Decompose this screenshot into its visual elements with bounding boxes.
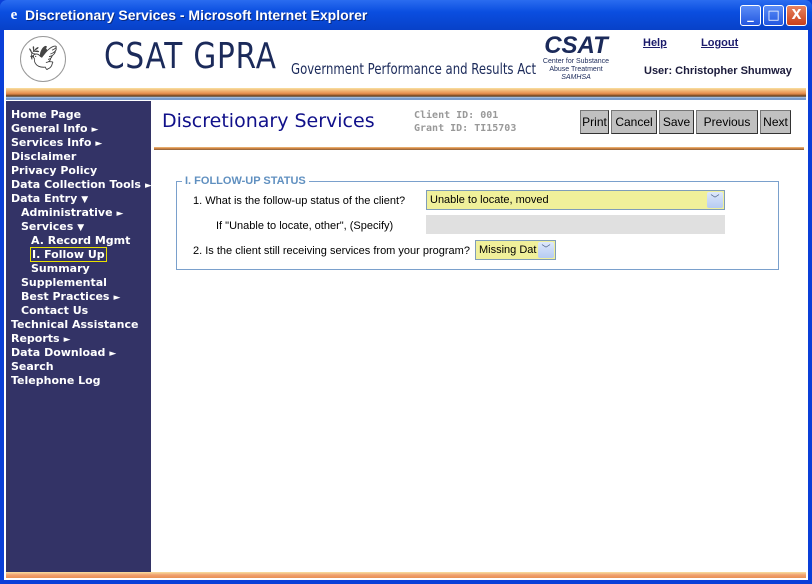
receiving-services-select[interactable]: Missing Dat ﹀: [475, 240, 556, 260]
print-button[interactable]: Print: [580, 110, 609, 134]
browser-content: 🕊 CSAT GPRA Government Performance and R…: [4, 30, 808, 580]
sidebar-item-data-collection-tools[interactable]: Data Collection Tools ►: [6, 178, 152, 192]
submenu-arrow-icon: ►: [63, 335, 71, 345]
sidebar-item-supplemental[interactable]: Supplemental: [6, 276, 151, 290]
user-name: User: Christopher Shumway: [644, 65, 792, 77]
sidebar-item-summary[interactable]: Summary: [6, 262, 151, 276]
sidebar-nav: Home Page General Info ► Services Info ► Disc…: [6, 101, 152, 572]
q2-label: 2. Is the client still receiving service…: [193, 245, 470, 257]
sidebar-item-services[interactable]: Services ▼: [6, 220, 151, 234]
ie-icon: e: [10, 7, 18, 23]
sidebar-item-privacy-policy[interactable]: Privacy Policy: [6, 164, 151, 178]
sidebar-item-services-info[interactable]: Services Info ►: [6, 136, 151, 150]
submenu-arrow-icon: ►: [109, 349, 117, 359]
minimize-button[interactable]: _: [740, 5, 761, 26]
specify-label: If "Unable to locate, other", (Specify): [216, 220, 394, 232]
logo-subtitle: Government Performance and Results Act: [291, 60, 537, 78]
sidebar-item-contact-us[interactable]: Contact Us: [6, 304, 151, 318]
header-divider: [6, 88, 806, 100]
sidebar-item-general-info[interactable]: General Info ►: [6, 122, 151, 136]
chevron-down-icon[interactable]: ﹀: [707, 192, 723, 208]
expanded-arrow-icon: ▼: [81, 195, 89, 205]
help-link[interactable]: Help: [643, 37, 667, 49]
sidebar-item-technical-assistance[interactable]: Technical Assistance: [6, 318, 151, 332]
csat-gpra-logo: CSAT GPRA: [104, 36, 277, 77]
title-bar: e Discretionary Services - Microsoft Int…: [0, 0, 812, 30]
section-legend: I. FOLLOW-UP STATUS: [185, 175, 306, 187]
csat-logo: CSAT Center for Substance Abuse Treatmen…: [542, 32, 610, 82]
logout-link[interactable]: Logout: [701, 37, 738, 49]
hhs-eagle-logo: 🕊: [20, 36, 66, 82]
sidebar-item-a-record-mgmt[interactable]: A. Record Mgmt: [6, 234, 151, 248]
sidebar-item-data-entry[interactable]: Data Entry ▼: [6, 192, 151, 206]
cancel-button[interactable]: Cancel: [611, 110, 657, 134]
previous-button[interactable]: Previous: [696, 110, 758, 134]
maximize-button[interactable]: □: [763, 5, 784, 26]
close-button[interactable]: X: [786, 5, 807, 26]
page-title: Discretionary Services: [162, 110, 375, 132]
sidebar-item-administrative[interactable]: Administrative ►: [6, 206, 151, 220]
next-button[interactable]: Next: [760, 110, 791, 134]
submenu-arrow-icon: ►: [113, 293, 121, 303]
chevron-down-icon[interactable]: ﹀: [538, 242, 554, 258]
footer-divider: [6, 572, 806, 578]
sidebar-item-home-page[interactable]: Home Page: [6, 108, 151, 122]
q1-label: 1. What is the follow-up status of the c…: [193, 195, 406, 207]
sidebar-item-search[interactable]: Search: [6, 360, 151, 374]
main-content: Discretionary Services Client ID: 001 Gr…: [151, 101, 806, 572]
content-divider: [154, 147, 804, 150]
expanded-arrow-icon: ▼: [77, 223, 85, 233]
sidebar-item-telephone-log[interactable]: Telephone Log: [6, 374, 151, 388]
submenu-arrow-icon: ►: [95, 139, 103, 149]
specify-input[interactable]: [426, 215, 725, 234]
submenu-arrow-icon: ►: [91, 125, 99, 135]
save-button[interactable]: Save: [659, 110, 694, 134]
sidebar-item-data-download[interactable]: Data Download ►: [6, 346, 151, 360]
sidebar-item-best-practices[interactable]: Best Practices ►: [6, 290, 151, 304]
site-header: 🕊 CSAT GPRA Government Performance and R…: [4, 30, 808, 88]
follow-up-status-select[interactable]: Unable to locate, moved ﹀: [426, 190, 725, 210]
sidebar-item-reports[interactable]: Reports ►: [6, 332, 151, 346]
grant-id: Grant ID: TI15703: [414, 123, 517, 134]
window-title: Discretionary Services - Microsoft Inter…: [25, 7, 368, 23]
sidebar-item-i-follow-up[interactable]: I. Follow Up: [6, 247, 151, 262]
client-id: Client ID: 001: [414, 110, 499, 121]
record-ids: Client ID: 001 Grant ID: TI15703: [414, 109, 516, 135]
sidebar-item-disclaimer[interactable]: Disclaimer: [6, 150, 151, 164]
submenu-arrow-icon: ►: [116, 209, 124, 219]
